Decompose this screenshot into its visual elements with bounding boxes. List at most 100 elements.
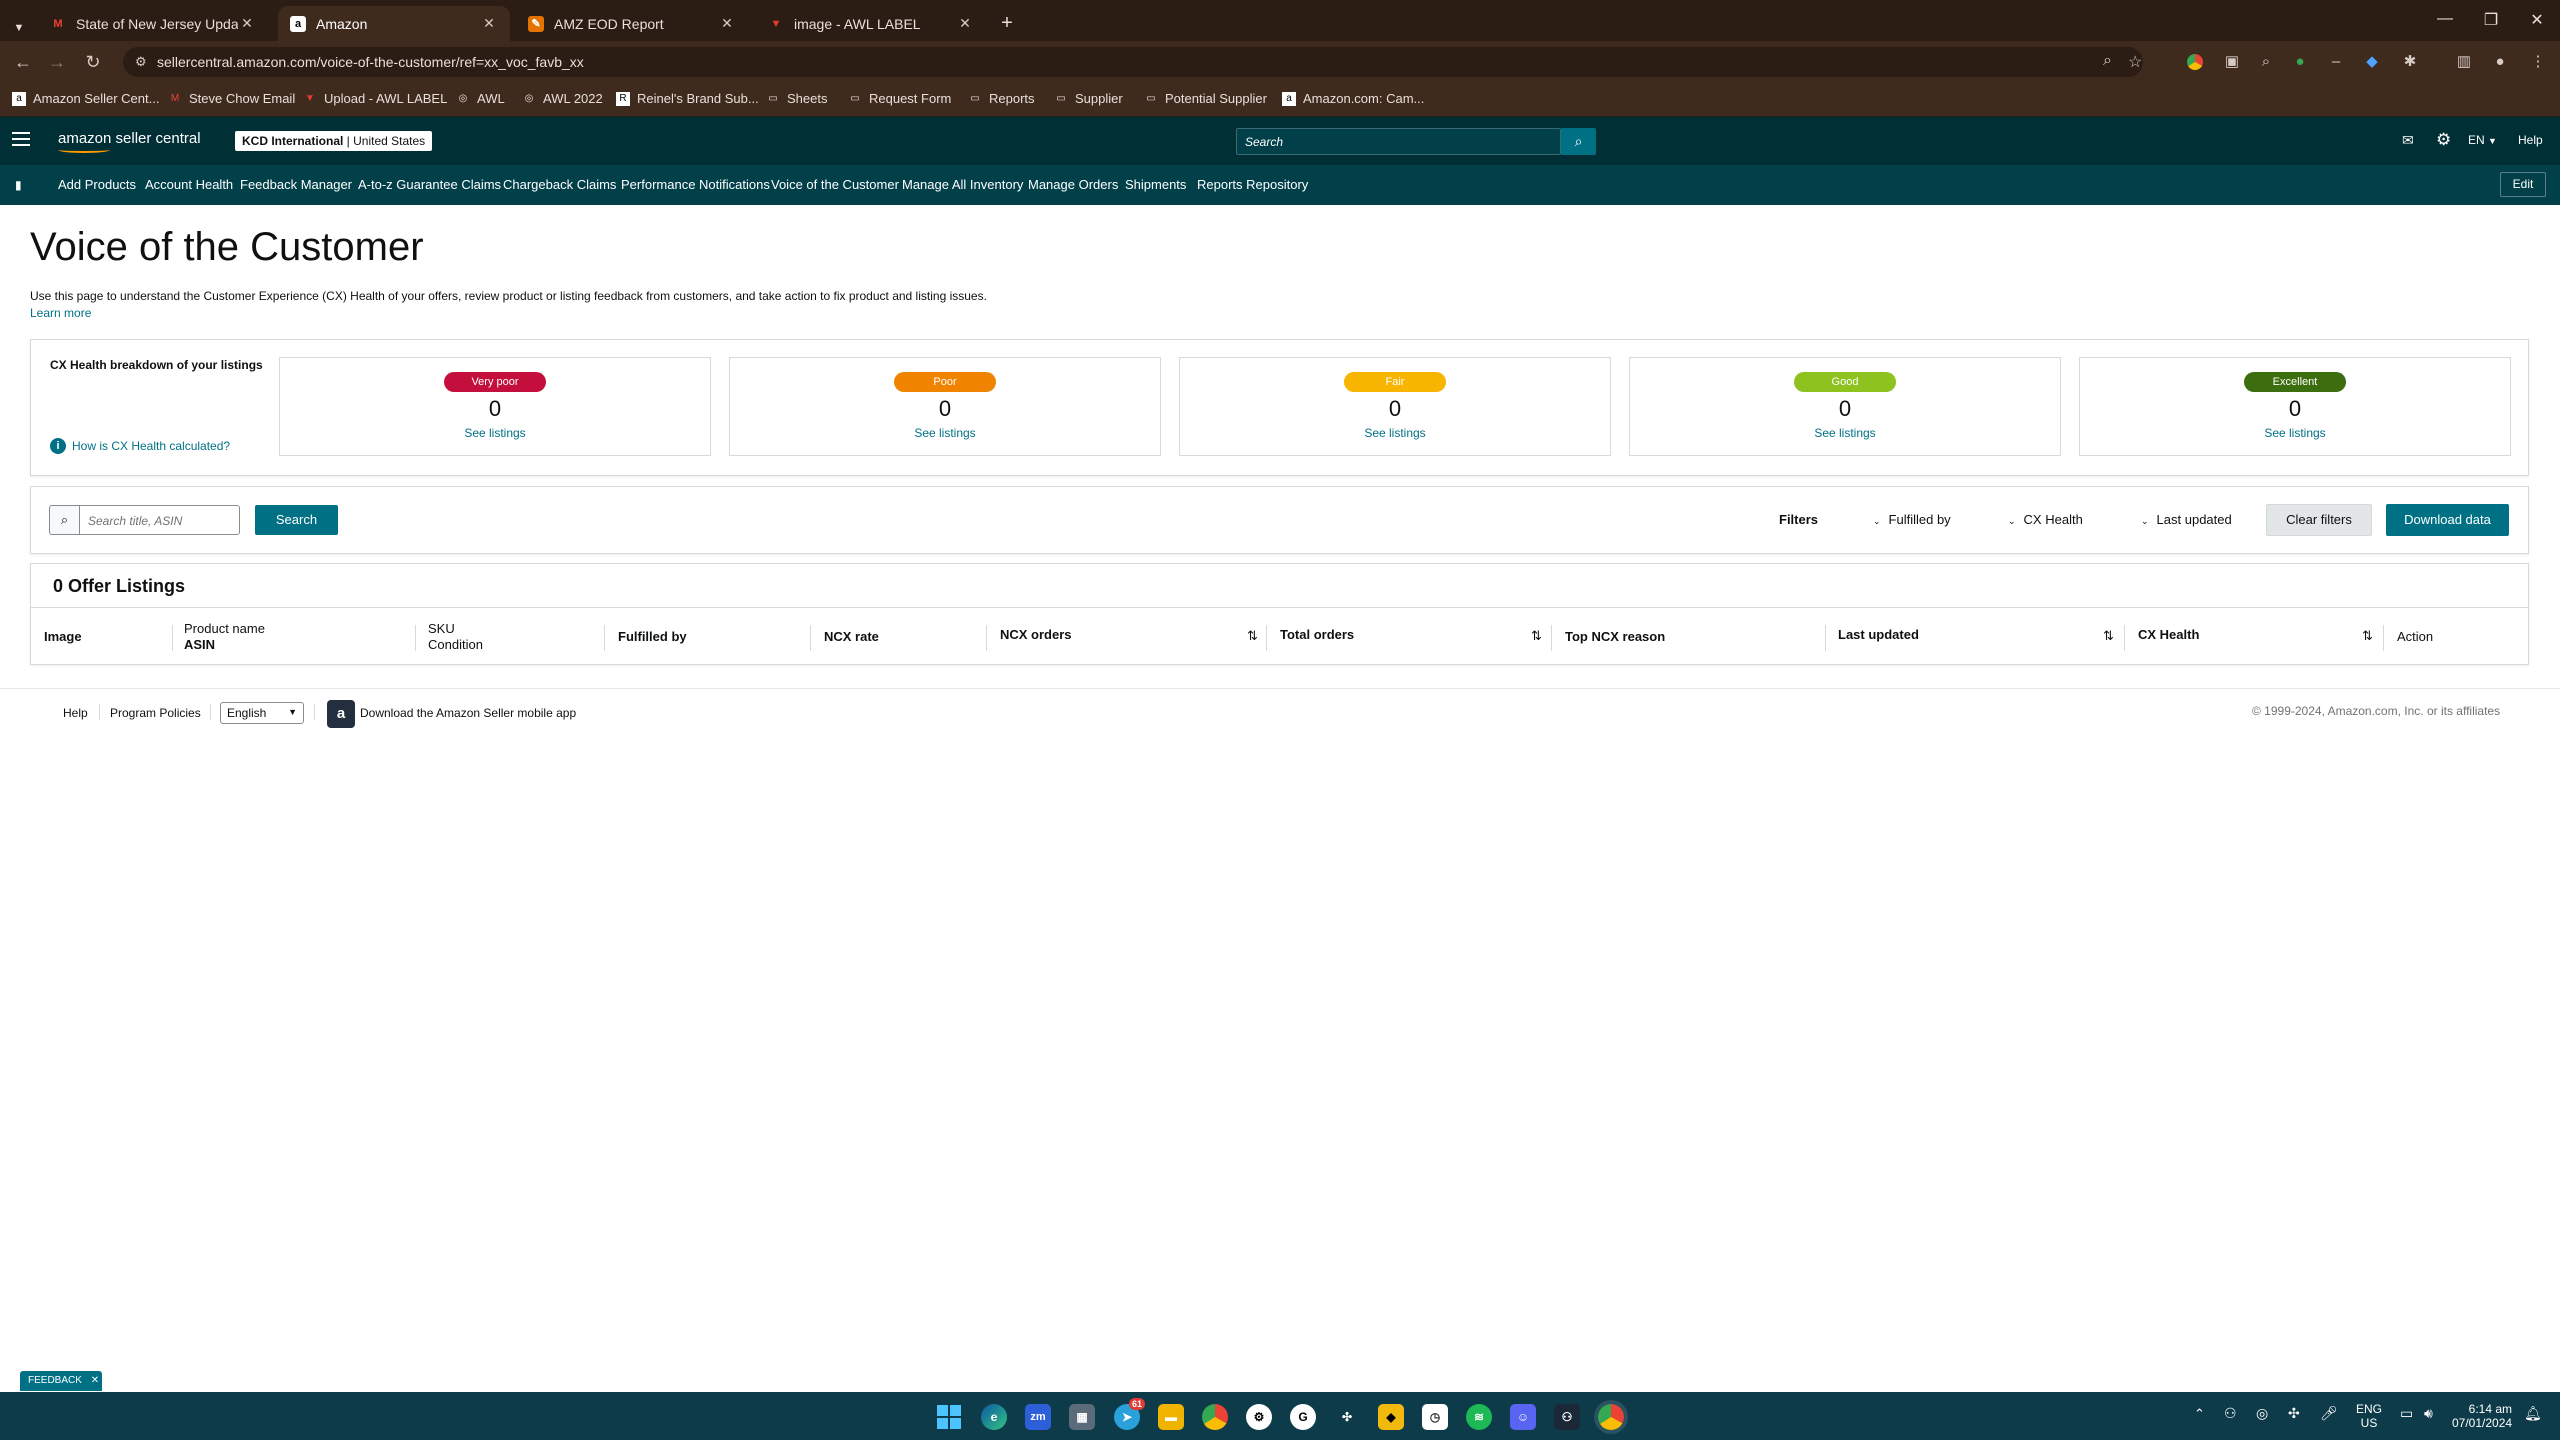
- bookmark-item[interactable]: a Amazon.com: Cam...: [1282, 91, 1424, 106]
- chrome-icon[interactable]: [1202, 1404, 1228, 1430]
- bookmark-item[interactable]: ◎ AWL: [456, 91, 505, 106]
- see-listings-link[interactable]: See listings: [1180, 426, 1610, 440]
- calculator-icon[interactable]: ▦: [1069, 1404, 1095, 1430]
- settings-gear-icon[interactable]: ⚙: [2436, 130, 2451, 150]
- bookmark-item[interactable]: ◎ AWL 2022: [522, 91, 603, 106]
- minimize-button[interactable]: —: [2422, 10, 2468, 28]
- footer-mobile-app-link[interactable]: Download the Amazon Seller mobile app: [360, 706, 576, 720]
- footer-language-select[interactable]: English ▼: [220, 702, 304, 724]
- bookmark-folder[interactable]: ▭ Supplier: [1054, 91, 1122, 106]
- clock-app-icon[interactable]: ◷: [1422, 1404, 1448, 1430]
- bookmark-star-icon[interactable]: ☆: [2128, 52, 2142, 72]
- windows-start-icon[interactable]: [936, 1404, 962, 1430]
- nav-account-health[interactable]: Account Health: [145, 177, 233, 192]
- language-selector[interactable]: EN ▼: [2468, 133, 2497, 147]
- see-listings-link[interactable]: See listings: [1630, 426, 2060, 440]
- extension-dash-icon[interactable]: ‒: [2326, 52, 2346, 72]
- learn-more-link[interactable]: Learn more: [30, 306, 91, 320]
- telegram-icon[interactable]: ➤ 61: [1114, 1398, 1146, 1430]
- extension-green-icon[interactable]: ●: [2290, 52, 2310, 72]
- bookmark-folder[interactable]: ▭ Sheets: [766, 91, 827, 106]
- mail-icon[interactable]: ✉: [2402, 132, 2414, 149]
- search-button[interactable]: Search: [255, 505, 338, 535]
- header-search-button[interactable]: ⌕: [1561, 128, 1596, 155]
- network-icon[interactable]: ▭: [2400, 1405, 2413, 1422]
- nav-add-products[interactable]: Add Products: [58, 177, 136, 192]
- menu-kebab-icon[interactable]: ⋮: [2528, 52, 2548, 72]
- binance-icon[interactable]: ◆: [1378, 1404, 1404, 1430]
- bookmark-folder[interactable]: ▭ Reports: [968, 91, 1034, 106]
- see-listings-link[interactable]: See listings: [730, 426, 1160, 440]
- edit-nav-button[interactable]: Edit: [2500, 172, 2546, 197]
- nav-chargeback-claims[interactable]: Chargeback Claims: [503, 177, 616, 192]
- nav-a-to-z-claims[interactable]: A-to-z Guarantee Claims: [358, 177, 501, 192]
- clear-filters-button[interactable]: Clear filters: [2266, 504, 2372, 536]
- tray-mic-icon[interactable]: 🎤︎: [2320, 1405, 2338, 1422]
- edge-icon[interactable]: e: [981, 1404, 1007, 1430]
- see-listings-link[interactable]: See listings: [280, 426, 710, 440]
- bookmark-item[interactable]: R Reinel's Brand Sub...: [616, 91, 759, 106]
- extension-dropbox-icon[interactable]: ◆: [2362, 52, 2382, 72]
- extensions-puzzle-icon[interactable]: ✱: [2400, 52, 2420, 72]
- steam-icon[interactable]: ⚇: [1554, 1404, 1580, 1430]
- bookmark-nav-icon[interactable]: ▮: [15, 178, 22, 192]
- account-switcher[interactable]: KCD International | United States: [235, 131, 433, 151]
- restore-button[interactable]: ❐: [2468, 10, 2514, 30]
- volume-icon[interactable]: 🔊︎: [2424, 1405, 2433, 1422]
- listing-search-input[interactable]: Search title, ASIN: [79, 505, 240, 535]
- zoom-app-icon[interactable]: zm: [1025, 1404, 1051, 1430]
- bookmark-folder[interactable]: ▭ Potential Supplier: [1144, 91, 1267, 106]
- sort-icon[interactable]: ⇅: [2103, 628, 2114, 644]
- nav-manage-all-inventory[interactable]: Manage All Inventory: [902, 177, 1023, 192]
- tab-awl-label[interactable]: ▼ image - AWL LABEL ✕: [756, 6, 986, 41]
- close-icon[interactable]: ✕: [480, 15, 498, 32]
- tray-steam-icon[interactable]: ⚇: [2224, 1405, 2237, 1422]
- tab-amz-eod-report[interactable]: ✎ AMZ EOD Report ✕: [516, 6, 748, 41]
- tab-gmail[interactable]: M State of New Jersey Update: Lat ✕: [38, 6, 268, 41]
- header-help-link[interactable]: Help: [2518, 133, 2543, 147]
- nav-reports-repository[interactable]: Reports Repository: [1197, 177, 1308, 192]
- profile-icon[interactable]: ●: [2490, 52, 2510, 72]
- see-listings-link[interactable]: See listings: [2080, 426, 2510, 440]
- nav-performance-notifications[interactable]: Performance Notifications: [621, 177, 770, 192]
- extension-off-icon[interactable]: ▣: [2222, 52, 2242, 72]
- bookmark-item[interactable]: M Steve Chow Email: [168, 91, 295, 106]
- spotify-icon[interactable]: ≋: [1466, 1404, 1492, 1430]
- g-hub-icon[interactable]: G: [1290, 1404, 1316, 1430]
- extension-search-icon[interactable]: ⌕: [2256, 52, 2276, 72]
- zoom-icon[interactable]: ⌕: [2103, 52, 2112, 70]
- gamepad-icon[interactable]: ✣: [1334, 1404, 1360, 1430]
- cx-health-how-link[interactable]: i How is CX Health calculated?: [50, 438, 230, 454]
- tab-amazon[interactable]: a Amazon ✕: [278, 6, 510, 41]
- forward-button[interactable]: →: [46, 51, 68, 73]
- close-icon[interactable]: ✕: [91, 1375, 99, 1386]
- column-header-cx-health[interactable]: CX Health: [2138, 627, 2199, 642]
- tab-search-button[interactable]: ▼: [8, 10, 30, 45]
- bookmark-folder[interactable]: ▭ Request Form: [848, 91, 951, 106]
- sort-icon[interactable]: ⇅: [1531, 628, 1542, 644]
- notification-bell-icon[interactable]: 🔔︎: [2524, 1405, 2542, 1422]
- tray-g-hub-icon[interactable]: ◎: [2256, 1405, 2268, 1422]
- header-search-input[interactable]: Search: [1236, 128, 1561, 155]
- column-header-ncx-orders[interactable]: NCX orders: [1000, 627, 1072, 642]
- tray-overflow-icon[interactable]: ⌃: [2194, 1406, 2205, 1422]
- side-panel-icon[interactable]: ▥: [2454, 52, 2474, 72]
- bookmark-item[interactable]: a Amazon Seller Cent...: [12, 91, 159, 106]
- address-bar[interactable]: ⚙ sellercentral.amazon.com/voice-of-the-…: [123, 47, 2143, 77]
- site-info-icon[interactable]: ⚙: [135, 54, 147, 70]
- cx-health-filter[interactable]: ⌄ CX Health: [2008, 512, 2083, 527]
- discord-icon[interactable]: ☺: [1510, 1404, 1536, 1430]
- close-icon[interactable]: ✕: [718, 15, 736, 32]
- column-header-total-orders[interactable]: Total orders: [1280, 627, 1354, 642]
- feedback-tab[interactable]: FEEDBACK ✕: [20, 1371, 102, 1391]
- new-tab-button[interactable]: +: [992, 6, 1022, 41]
- nav-voice-of-the-customer[interactable]: Voice of the Customer: [771, 177, 899, 192]
- footer-help-link[interactable]: Help: [63, 706, 88, 720]
- tray-language[interactable]: ENG US: [2356, 1402, 2382, 1430]
- close-icon[interactable]: ✕: [238, 15, 256, 32]
- nav-manage-orders[interactable]: Manage Orders: [1028, 177, 1118, 192]
- file-explorer-icon[interactable]: ▬: [1158, 1404, 1184, 1430]
- tray-gamepad-icon[interactable]: ✣: [2288, 1405, 2300, 1422]
- steelseries-icon[interactable]: ⚙: [1246, 1404, 1272, 1430]
- footer-program-policies-link[interactable]: Program Policies: [110, 706, 201, 720]
